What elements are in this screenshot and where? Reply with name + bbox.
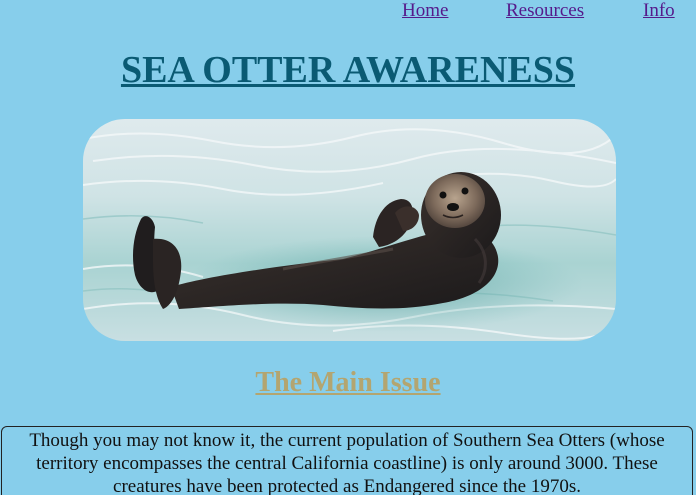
nav-link-resources[interactable]: Resources xyxy=(506,0,584,22)
page-title: SEA OTTER AWARENESS xyxy=(120,49,576,91)
intro-paragraph-box: Though you may not know it, the current … xyxy=(1,426,693,495)
page: Home Resources Info SEA OTTER AWARENESS xyxy=(0,0,696,495)
intro-paragraph: Though you may not know it, the current … xyxy=(29,430,665,495)
nav-link-info[interactable]: Info xyxy=(643,0,675,22)
top-navigation: Home Resources Info xyxy=(0,0,696,26)
nav-link-home[interactable]: Home xyxy=(402,0,448,22)
section-heading: The Main Issue xyxy=(255,367,441,398)
sea-otter-image xyxy=(83,119,616,341)
